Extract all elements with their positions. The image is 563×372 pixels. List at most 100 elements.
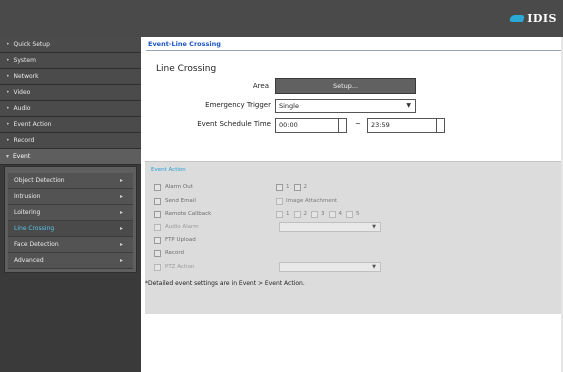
ptz-action-checkbox[interactable] <box>154 263 161 271</box>
option-label: 1 <box>286 184 290 190</box>
sidebar-item-label: Network <box>13 73 39 80</box>
sidebar-item-event-action[interactable]: • Event Action <box>0 117 141 133</box>
submenu-item-intrusion[interactable]: Intrusion ▸ <box>8 189 133 205</box>
time-spinner-icon[interactable] <box>436 119 444 132</box>
sidebar-nav: • Quick Setup • System • Network • Video • Au… <box>0 37 141 165</box>
option-label: 2 <box>303 211 308 217</box>
sidebar-item-network[interactable]: • Network <box>0 69 141 85</box>
callback-3-checkbox[interactable] <box>311 210 318 218</box>
send-email-checkbox[interactable] <box>154 197 161 205</box>
callback-2-checkbox[interactable] <box>293 210 301 218</box>
audio-alarm-label: Audio Alarm <box>165 224 199 230</box>
logo-text: IDIS <box>527 11 557 25</box>
time-range-separator: ~ <box>355 120 361 128</box>
setup-button[interactable]: Setup... <box>275 78 416 94</box>
submenu-item-label: Line Crossing <box>14 225 55 232</box>
title-divider <box>146 50 563 51</box>
sidebar-item-audio[interactable]: • Audio <box>0 101 141 117</box>
sidebar-item-video[interactable]: • Video <box>0 85 141 101</box>
submenu-item-label: Loitering <box>14 209 41 216</box>
submenu-item-label: Advanced <box>14 257 44 264</box>
chevron-right-icon: ▸ <box>119 241 123 248</box>
bullet-icon: • <box>6 137 10 144</box>
sidebar-item-label: Event <box>13 153 31 160</box>
record-checkbox[interactable] <box>154 249 161 257</box>
record-row: Record <box>154 248 184 258</box>
chevron-right-icon: ▸ <box>119 225 123 232</box>
ptz-action-label: PTZ Action <box>165 264 195 270</box>
bullet-icon: • <box>6 121 10 128</box>
ftp-upload-label: FTP Upload <box>165 237 196 243</box>
alarm-out-row: Alarm Out <box>154 182 193 192</box>
sidebar-item-label: Audio <box>13 105 31 112</box>
alarm-out-1-checkbox[interactable] <box>276 183 283 191</box>
event-action-title: Event Action <box>151 167 186 173</box>
record-label: Record <box>165 250 185 256</box>
bullet-icon: ▾ <box>6 153 10 160</box>
submenu-item-face-detection[interactable]: Face Detection ▸ <box>8 237 133 253</box>
time-spinner-icon[interactable] <box>338 119 346 132</box>
submenu-item-advanced[interactable]: Advanced ▸ <box>8 253 133 269</box>
submenu-item-loitering[interactable]: Loitering ▸ <box>8 205 133 221</box>
callback-4-checkbox[interactable] <box>328 210 336 218</box>
sidebar-item-label: Event Action <box>13 121 52 128</box>
ftp-upload-checkbox[interactable] <box>154 236 161 244</box>
callback-1-checkbox[interactable] <box>276 210 283 218</box>
logo-swoosh-icon <box>508 14 526 22</box>
schedule-end-time[interactable]: 23:59 <box>367 118 445 133</box>
sidebar-item-event[interactable]: ▾ Event <box>0 149 141 165</box>
audio-alarm-row: Audio Alarm <box>154 222 199 232</box>
sidebar-item-quick-setup[interactable]: • Quick Setup <box>0 37 141 53</box>
schedule-start-time[interactable]: 00:00 <box>275 118 347 133</box>
bullet-icon: • <box>6 89 10 96</box>
chevron-down-icon: ▼ <box>372 224 376 230</box>
ptz-action-select[interactable]: ▼ <box>279 262 381 272</box>
bullet-icon: • <box>6 105 10 112</box>
bullet-icon: • <box>6 41 10 48</box>
option-label: 3 <box>321 211 325 217</box>
alarm-out-2-checkbox[interactable] <box>293 183 301 191</box>
audio-alarm-checkbox[interactable] <box>154 223 161 231</box>
option-label: 5 <box>356 211 360 217</box>
chevron-right-icon: ▸ <box>119 177 123 184</box>
sidebar: • Quick Setup • System • Network • Video • Au… <box>0 37 141 372</box>
image-attachment-option: Image Attachment <box>276 196 337 206</box>
image-attachment-checkbox[interactable] <box>276 197 283 205</box>
sidebar-item-label: Record <box>13 137 35 144</box>
bullet-icon: • <box>6 57 10 64</box>
alarm-out-label: Alarm Out <box>165 184 193 190</box>
option-label: 1 <box>286 211 290 217</box>
end-time-value: 23:59 <box>371 121 390 129</box>
brand-logo: IDIS <box>508 10 557 26</box>
callback-5-checkbox[interactable] <box>346 210 353 218</box>
sidebar-item-record[interactable]: • Record <box>0 133 141 149</box>
submenu-item-object-detection[interactable]: Object Detection ▸ <box>8 173 133 189</box>
send-email-row: Send Email <box>154 196 196 206</box>
image-attachment-label: Image Attachment <box>286 198 338 204</box>
sidebar-item-system[interactable]: • System <box>0 53 141 69</box>
area-label: Area <box>252 82 269 90</box>
ptz-action-row: PTZ Action <box>154 262 194 272</box>
submenu-item-line-crossing[interactable]: Line Crossing ▸ <box>8 221 133 237</box>
submenu-item-label: Intrusion <box>14 193 41 200</box>
alarm-out-options: 1 2 <box>276 182 311 192</box>
callback-options: 1 2 3 4 5 <box>276 209 364 219</box>
ftp-upload-row: FTP Upload <box>154 235 196 245</box>
main-panel: Event-Line Crossing Line Crossing Area S… <box>141 37 563 372</box>
chevron-right-icon: ▸ <box>119 257 123 264</box>
trigger-label: Emergency Trigger <box>205 101 271 109</box>
footnote-text: *Detailed event settings are in Event > … <box>145 280 305 287</box>
trigger-select[interactable]: Single ▼ <box>275 99 416 113</box>
alarm-out-checkbox[interactable] <box>154 183 161 191</box>
schedule-label: Event Schedule Time <box>197 120 271 128</box>
remote-callback-checkbox[interactable] <box>154 210 161 218</box>
chevron-right-icon: ▸ <box>119 193 123 200</box>
trigger-select-value: Single <box>279 102 299 110</box>
sidebar-item-label: System <box>13 57 36 64</box>
start-time-value: 00:00 <box>279 121 298 129</box>
option-label: 4 <box>338 211 343 217</box>
sidebar-item-label: Video <box>13 89 31 96</box>
option-label: 2 <box>303 184 308 190</box>
remote-callback-row: Remote Callback <box>154 209 211 219</box>
audio-alarm-select[interactable]: ▼ <box>279 222 381 232</box>
